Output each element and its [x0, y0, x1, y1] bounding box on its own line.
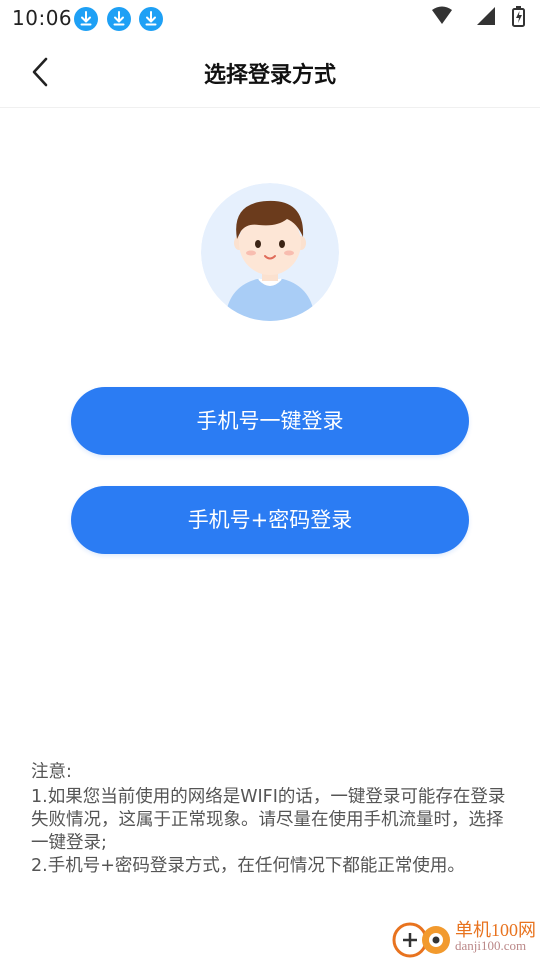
battery-charging-icon — [512, 6, 525, 27]
download-icon — [107, 7, 131, 31]
signal-icon — [477, 7, 495, 25]
watermark-logo: 单机100网 danji100.com — [392, 916, 540, 960]
download-icon — [139, 7, 163, 31]
status-time: 10:06 — [12, 6, 73, 30]
watermark-logo-icon — [392, 922, 450, 958]
one-click-login-button[interactable]: 手机号一键登录 — [71, 387, 469, 455]
notice-title: 注意: — [31, 762, 72, 782]
page-title: 选择登录方式 — [203, 63, 336, 88]
app-header: 选择登录方式 — [0, 36, 540, 108]
system-icons — [420, 0, 540, 36]
watermark-url: danji100.com — [455, 938, 527, 953]
status-bar: 10:06 — [0, 0, 540, 36]
download-icon — [74, 7, 98, 31]
avatar — [201, 183, 339, 321]
notice: 注意: 1.如果您当前使用的网络是WIFI的话，一键登录可能存在登录失败情况，这… — [31, 761, 511, 878]
wifi-icon — [432, 6, 452, 24]
notice-item: 2.手机号+密码登录方式，在任何情况下都能正常使用。 — [31, 856, 465, 876]
notice-item: 1.如果您当前使用的网络是WIFI的话，一键登录可能存在登录失败情况，这属于正常… — [31, 787, 506, 853]
password-login-button[interactable]: 手机号+密码登录 — [71, 486, 469, 554]
